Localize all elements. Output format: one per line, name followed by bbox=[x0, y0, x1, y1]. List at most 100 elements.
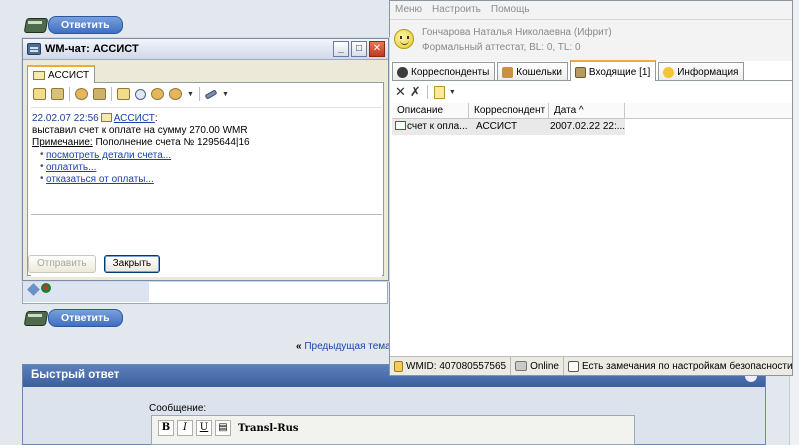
tab-inbox[interactable]: Входящие [1] bbox=[569, 60, 657, 81]
chat-title: WM-чат: АССИСТ bbox=[45, 43, 139, 55]
status-wmid: WMID: 407080557565 bbox=[390, 357, 512, 375]
wallet-icon bbox=[502, 67, 514, 78]
forum-reply-button-bottom[interactable]: Ответить bbox=[22, 308, 123, 328]
diamond-icon[interactable] bbox=[27, 283, 40, 296]
user-attestat: Формальный аттестат, BL: 0, TL: 0 bbox=[422, 42, 581, 53]
chat-window-icon bbox=[27, 43, 41, 55]
translit-button[interactable]: Transl-Rus bbox=[238, 423, 299, 434]
inbox-box-icon bbox=[574, 67, 586, 78]
folder-icon[interactable] bbox=[117, 88, 130, 100]
refresh-icon[interactable] bbox=[151, 88, 164, 100]
view-invoice-link[interactable]: посмотреть детали счета... bbox=[46, 150, 171, 161]
tab-label: Кошельки bbox=[516, 67, 562, 78]
row-description: счет к опла... bbox=[392, 119, 470, 135]
forum-reply-label: Ответить bbox=[48, 309, 123, 327]
row-date: 2007.02.22 22:... bbox=[550, 121, 625, 132]
col-description[interactable]: Описание bbox=[392, 103, 469, 118]
pay-invoice-link[interactable]: оплатить... bbox=[46, 162, 96, 173]
chat-toolbar: ▼ ▼ bbox=[33, 87, 229, 101]
forum-reply-label: Ответить bbox=[48, 16, 123, 34]
id-card-icon[interactable] bbox=[33, 88, 46, 100]
people-icon bbox=[397, 67, 408, 78]
status-bar: WMID: 407080557565 Online Есть замечания… bbox=[390, 356, 793, 375]
chat-title-bar[interactable]: WM-чат: АССИСТ _ □ ✕ bbox=[23, 39, 388, 60]
money-transfer-icon[interactable] bbox=[75, 88, 88, 100]
plug-icon bbox=[515, 361, 528, 371]
note-text: Пополнение счета № 1295644|16 bbox=[92, 137, 250, 148]
tab-label: Корреспонденты bbox=[411, 67, 490, 78]
tab-assist[interactable]: АССИСТ bbox=[27, 65, 96, 83]
tab-label: АССИСТ bbox=[48, 69, 90, 81]
message-editor[interactable]: B I U ▤ Transl-Rus bbox=[151, 415, 635, 445]
new-invoice-icon bbox=[395, 121, 406, 130]
maximize-button[interactable]: □ bbox=[351, 41, 367, 57]
forum-reply-button-top[interactable]: Ответить bbox=[22, 15, 123, 35]
prev-topic-link[interactable]: Предыдущая тема bbox=[304, 341, 390, 352]
toolbar-separator bbox=[69, 87, 70, 101]
online-text: Online bbox=[530, 360, 559, 372]
invoice-icon[interactable] bbox=[93, 88, 106, 100]
menu-bar: Меню Настроить Помощь bbox=[390, 1, 792, 20]
status-icon[interactable] bbox=[169, 88, 182, 100]
flower-icon[interactable] bbox=[41, 283, 51, 293]
document-icon[interactable] bbox=[433, 85, 445, 99]
toolbar-separator bbox=[426, 85, 428, 99]
send-button[interactable]: Отправить bbox=[28, 255, 96, 273]
tab-label: Входящие [1] bbox=[588, 67, 651, 78]
status-online[interactable]: Online bbox=[511, 357, 564, 375]
menu-item-help[interactable]: Помощь bbox=[491, 4, 530, 16]
prev-topic-nav[interactable]: « Предыдущая тема bbox=[296, 341, 391, 352]
user-info: Гончарова Наталья Николаевна (Ифрит) Фор… bbox=[390, 20, 792, 61]
security-text: Есть замечания по настройкам безопасност… bbox=[581, 360, 793, 372]
menu-item-settings[interactable]: Настроить bbox=[432, 4, 481, 16]
chevron-down-icon[interactable]: ▼ bbox=[187, 91, 194, 98]
toolbar-separator bbox=[111, 87, 112, 101]
quick-reply-panel: Быстрый ответ ⌃ Сообщение: B I U ▤ Trans… bbox=[22, 364, 766, 445]
info-icon bbox=[663, 67, 675, 78]
delete-all-icon[interactable]: ✗ bbox=[410, 85, 421, 99]
row-correspondent: АССИСТ bbox=[476, 121, 518, 132]
delete-icon[interactable]: ✕ bbox=[395, 85, 406, 99]
close-chat-button[interactable]: Закрыть bbox=[103, 255, 161, 273]
clipboard-icon[interactable]: ▤ bbox=[215, 420, 231, 436]
toolbar-separator bbox=[198, 87, 200, 101]
reject-invoice-link[interactable]: отказаться от оплаты... bbox=[46, 174, 154, 185]
message-sender[interactable]: АССИСТ bbox=[114, 113, 155, 124]
italic-button[interactable]: I bbox=[177, 420, 193, 436]
chat-buttons: Отправить Закрыть bbox=[28, 255, 161, 273]
underline-button[interactable]: U bbox=[196, 420, 212, 436]
minimize-button[interactable]: _ bbox=[333, 41, 349, 57]
col-correspondent[interactable]: Корреспондент bbox=[469, 103, 549, 118]
lock-icon bbox=[394, 360, 403, 372]
menu-item-menu[interactable]: Меню bbox=[395, 4, 422, 16]
chevron-down-icon[interactable]: ▼ bbox=[449, 89, 456, 96]
grid-header: Описание Корреспондент Дата ^ bbox=[392, 103, 792, 119]
tab-info[interactable]: Информация bbox=[658, 62, 745, 80]
tab-wallets[interactable]: Кошельки bbox=[497, 62, 568, 80]
status-security[interactable]: Есть замечания по настройкам безопасност… bbox=[564, 357, 797, 375]
table-row[interactable]: счет к опла... АССИСТ 2007.02.22 22:... bbox=[392, 119, 625, 135]
search-icon[interactable] bbox=[135, 88, 146, 100]
tab-label: Информация bbox=[677, 67, 739, 78]
close-button[interactable]: ✕ bbox=[369, 41, 385, 57]
tab-correspondents[interactable]: Корреспонденты bbox=[392, 62, 496, 80]
note-label: Примечание: bbox=[32, 137, 93, 148]
pen-icon bbox=[22, 15, 50, 35]
bold-button[interactable]: B bbox=[158, 420, 174, 436]
pen-icon bbox=[22, 308, 50, 328]
chat-tabs: АССИСТ bbox=[27, 64, 384, 83]
wm-keeper-window: Меню Настроить Помощь Гончарова Наталья … bbox=[389, 0, 793, 376]
wrench-icon[interactable] bbox=[204, 88, 218, 100]
security-icon bbox=[567, 360, 579, 372]
user-name: Гончарова Наталья Николаевна (Ифрит) bbox=[422, 27, 612, 38]
splitter[interactable] bbox=[31, 214, 382, 216]
notes-icon[interactable] bbox=[51, 88, 64, 100]
prev-arrow-icon: « bbox=[296, 341, 302, 352]
chevron-down-icon[interactable]: ▼ bbox=[222, 91, 229, 98]
message-label: Сообщение: bbox=[149, 403, 207, 414]
smiley-icon bbox=[394, 29, 414, 49]
message-body: выставил счет к оплате на сумму 270.00 W… bbox=[32, 125, 248, 136]
keeper-tabs: Корреспонденты Кошельки Входящие [1] Инф… bbox=[392, 60, 792, 81]
col-date[interactable]: Дата ^ bbox=[549, 103, 625, 118]
forum-post-strip bbox=[22, 280, 388, 304]
